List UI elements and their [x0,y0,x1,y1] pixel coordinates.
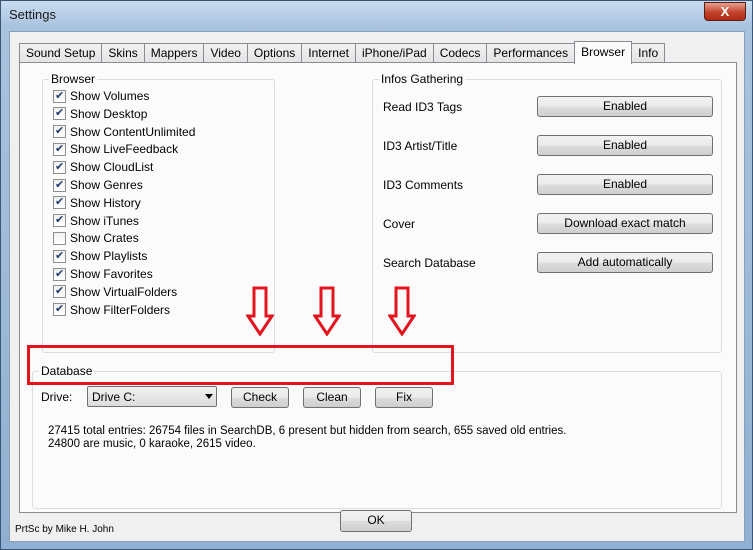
tab-internet[interactable]: Internet [301,43,356,63]
info-value-button[interactable]: Enabled [537,174,713,195]
check-button[interactable]: Check [231,387,289,408]
database-stats: 27415 total entries: 26754 files in Sear… [48,425,566,451]
info-row: Search Database Add automatically [383,252,713,274]
down-arrow-icon [388,286,416,336]
checkbox[interactable] [53,213,66,228]
browser-group-title: Browser [49,72,98,86]
browser-option-show-virtualfolders[interactable]: Show VirtualFolders [53,284,177,300]
browser-option-show-genres[interactable]: Show Genres [53,177,143,193]
browser-option-show-filterfolders[interactable]: Show FilterFolders [53,302,170,318]
tab-sound-setup[interactable]: Sound Setup [19,43,103,63]
info-label: Cover [383,217,416,231]
checkbox[interactable] [53,195,66,210]
close-button[interactable]: X [704,2,746,21]
checkbox[interactable] [53,284,66,299]
browser-option-show-crates[interactable]: Show Crates [53,230,139,246]
down-arrow-icon [246,286,274,336]
checkbox-label: Show Crates [70,231,139,246]
fix-button[interactable]: Fix [375,387,433,408]
info-label: ID3 Artist/Title [383,139,458,153]
client-area: Sound Setup Skins Mappers Video Options Inter… [9,31,745,542]
browser-option-show-volumes[interactable]: Show Volumes [53,88,149,104]
browser-tab-panel: Browser Show Volumes Show Desktop Show Con… [19,62,737,513]
window-title: Settings [9,7,56,22]
drive-label: Drive: [41,390,73,404]
database-highlight-box [27,345,454,385]
checkbox-label: Show Genres [70,178,143,192]
checkbox[interactable] [53,124,66,139]
infos-gathering-group: Infos Gathering Read ID3 Tags Enabled ID3 … [372,72,722,353]
tab-browser[interactable]: Browser [574,41,633,64]
checkbox[interactable] [53,249,66,263]
info-value-button[interactable]: Enabled [537,96,713,117]
browser-option-show-history[interactable]: Show History [53,195,141,211]
info-label: Search Database [383,256,476,270]
info-label: Read ID3 Tags [383,100,463,114]
checkbox[interactable] [53,178,66,192]
checkbox[interactable] [53,160,66,174]
checkbox[interactable] [53,267,66,281]
checkbox-label: Show LiveFeedback [70,142,179,157]
info-row: Cover Download exact match [383,213,713,235]
info-row: Read ID3 Tags Enabled [383,96,713,118]
info-value-button[interactable]: Add automatically [537,252,713,273]
tab-skins[interactable]: Skins [101,43,145,63]
browser-option-show-cloudlist[interactable]: Show CloudList [53,159,153,175]
browser-option-show-playlists[interactable]: Show Playlists [53,248,147,264]
checkbox-label: Show Volumes [70,89,150,103]
checkbox-label: Show VirtualFolders [70,284,178,299]
browser-option-show-favorites[interactable]: Show Favorites [53,266,153,282]
browser-option-show-itunes[interactable]: Show iTunes [53,213,139,229]
checkbox-label: Show ContentUnlimited [70,124,196,139]
browser-option-show-contentunlimited[interactable]: Show ContentUnlimited [53,124,195,140]
checkbox-label: Show Playlists [70,249,148,264]
settings-window: Settings X Sound Setup Skins Mappers Video O… [0,0,753,550]
database-stats-line-1: 27415 total entries: 26754 files in Sear… [48,425,567,437]
info-value-button[interactable]: Enabled [537,135,713,156]
clean-button[interactable]: Clean [303,387,361,408]
browser-group: Browser Show Volumes Show Desktop Show Con… [42,72,275,353]
screenshot-credit: PrtSc by Mike H. John [15,524,114,535]
infos-gathering-title: Infos Gathering [379,72,466,86]
checkbox[interactable] [53,231,66,245]
chevron-down-icon [205,394,213,399]
tab-iphone-ipad[interactable]: iPhone/iPad [354,43,434,63]
ok-button[interactable]: OK [340,510,412,532]
checkbox[interactable] [53,302,66,317]
browser-option-show-livefeedback[interactable]: Show LiveFeedback [53,141,178,157]
database-stats-line-2: 24800 are music, 0 karaoke, 2615 video. [48,438,256,450]
checkbox-label: Show Desktop [70,106,148,121]
tab-strip: Sound Setup Skins Mappers Video Options Inter… [19,41,666,64]
info-label: ID3 Comments [383,178,464,192]
info-row: ID3 Comments Enabled [383,174,713,196]
checkbox-label: Show iTunes [70,213,139,228]
tab-options[interactable]: Options [246,43,303,63]
checkbox-label: Show Favorites [70,267,153,281]
checkbox[interactable] [53,89,66,103]
info-row: ID3 Artist/Title Enabled [383,135,713,157]
browser-option-show-desktop[interactable]: Show Desktop [53,106,147,122]
tab-info[interactable]: Info [631,43,666,63]
checkbox-label: Show FilterFolders [70,302,171,317]
drive-select-value: Drive C: [92,390,136,404]
tab-mappers[interactable]: Mappers [143,43,205,63]
tab-video[interactable]: Video [203,43,248,63]
checkbox-label: Show History [70,195,141,210]
tab-codecs[interactable]: Codecs [432,43,488,63]
info-value-button[interactable]: Download exact match [537,213,713,234]
checkbox[interactable] [53,106,66,121]
down-arrow-icon [313,286,341,336]
checkbox[interactable] [53,142,66,156]
title-bar[interactable]: Settings X [1,1,752,29]
tab-performances[interactable]: Performances [486,43,576,63]
drive-select[interactable]: Drive C: [87,386,217,407]
checkbox-label: Show CloudList [70,160,154,175]
